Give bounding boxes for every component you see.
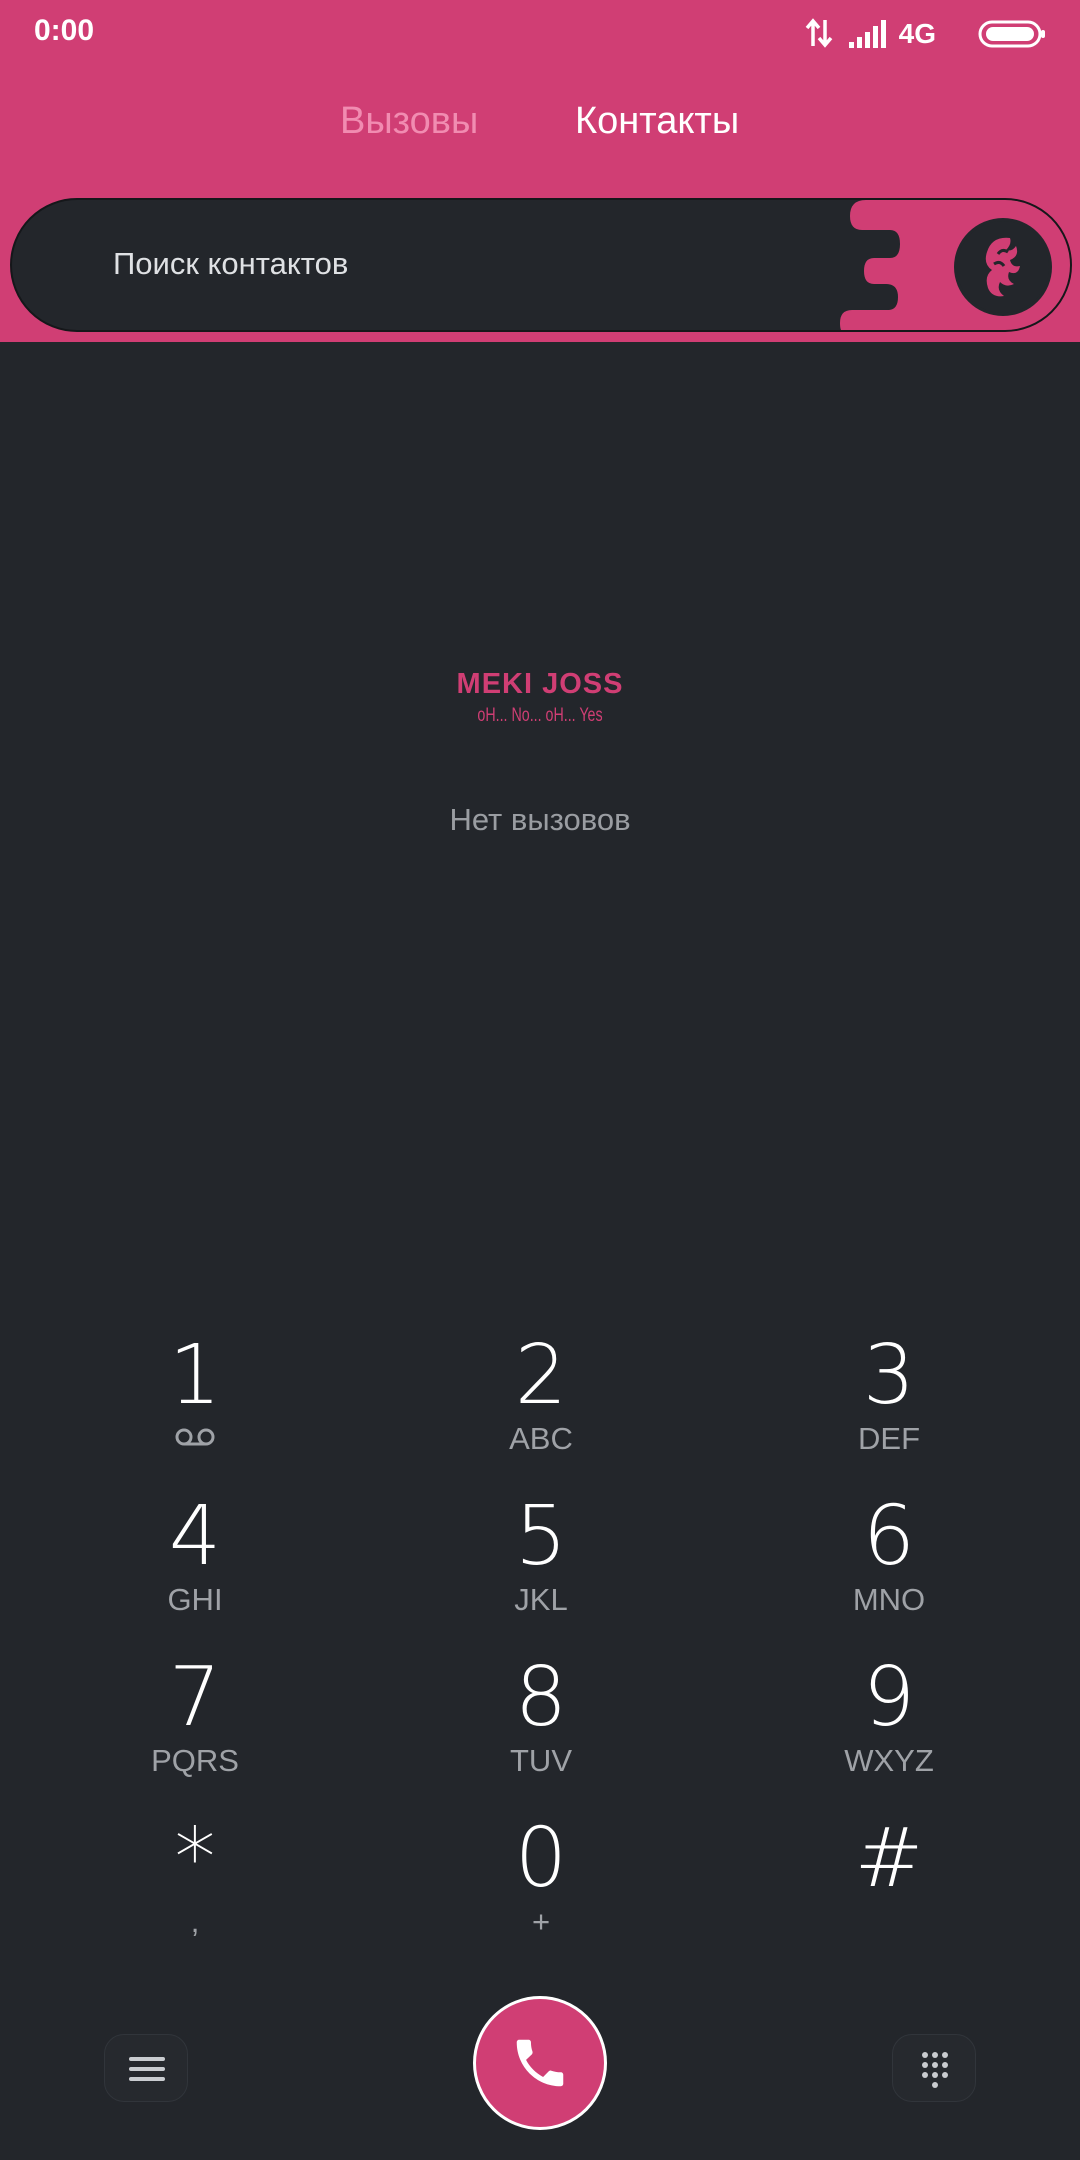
key-digit: 9 xyxy=(862,1650,916,1745)
key-letters: TUV xyxy=(510,1743,572,1778)
key-letters: + xyxy=(531,1904,551,1939)
key-letters: PQRS xyxy=(151,1743,239,1778)
dialpad-icon xyxy=(922,2052,948,2088)
key-digit: 0 xyxy=(514,1811,568,1906)
key-digit: # xyxy=(854,1811,924,1906)
phone-icon xyxy=(516,2039,564,2087)
dialpad-key-0[interactable]: 0 + xyxy=(441,1813,641,1963)
dialpad-key-hash[interactable]: # xyxy=(789,1813,989,1963)
key-letters: ABC xyxy=(509,1421,573,1456)
key-letters: MNO xyxy=(852,1582,926,1617)
battery-icon xyxy=(978,20,1045,48)
brand-logo: MEKI JOSS oH... No... oH... Yes xyxy=(0,668,1080,727)
dialer-screen: 0:00 4G Вызовы Контакты Поиск контактов … xyxy=(0,0,1080,2160)
key-digit: 1 xyxy=(168,1328,222,1423)
dialpad-key-8[interactable]: 8 TUV xyxy=(441,1652,641,1802)
key-letters: WXYZ xyxy=(844,1743,934,1778)
key-letters: GHI xyxy=(167,1582,223,1617)
menu-icon xyxy=(129,2057,165,2081)
brand-subtitle: oH... No... oH... Yes xyxy=(477,705,603,726)
empty-state-text: Нет вызовов xyxy=(449,802,631,837)
dialpad-key-5[interactable]: 5 JKL xyxy=(441,1491,641,1641)
avatar-icon xyxy=(957,221,1049,313)
dialpad-key-4[interactable]: 4 GHI xyxy=(95,1491,295,1641)
key-letters: JKL xyxy=(514,1582,568,1617)
dialpad-key-3[interactable]: 3 DEF xyxy=(789,1330,989,1480)
dialpad-key-7[interactable]: 7 PQRS xyxy=(95,1652,295,1802)
tab-bar: Вызовы Контакты xyxy=(0,100,1080,160)
brand-title: MEKI JOSS xyxy=(456,668,624,700)
call-button[interactable] xyxy=(473,1996,607,2130)
bottom-bar xyxy=(0,1996,1080,2136)
search-input[interactable]: Поиск контактов xyxy=(113,246,348,282)
key-digit: 4 xyxy=(168,1489,222,1584)
key-digit: 2 xyxy=(514,1328,568,1423)
dialpad: 1 2 ABC 3 DEF 4 GHI 5 JKL 6 MNO 7 PQRS 8… xyxy=(0,1330,1080,1970)
status-time: 0:00 xyxy=(34,14,95,47)
key-digit: 3 xyxy=(862,1328,916,1423)
signal-icon xyxy=(849,20,886,48)
dialpad-key-2[interactable]: 2 ABC xyxy=(441,1330,641,1480)
dialpad-key-6[interactable]: 6 MNO xyxy=(789,1491,989,1641)
key-digit: 8 xyxy=(514,1650,568,1745)
search-bar[interactable]: Поиск контактов xyxy=(10,198,1072,332)
dialpad-key-1[interactable]: 1 xyxy=(95,1330,295,1480)
dialpad-key-star[interactable]: * , xyxy=(95,1813,295,1963)
key-digit: * xyxy=(174,1811,216,1906)
header: 0:00 4G Вызовы Контакты Поиск контактов xyxy=(0,0,1080,342)
tab-contacts[interactable]: Контакты xyxy=(575,100,739,143)
key-letters: DEF xyxy=(858,1421,920,1456)
dialpad-toggle-button[interactable] xyxy=(892,2034,976,2102)
key-digit: 7 xyxy=(168,1650,222,1745)
data-arrows-icon xyxy=(805,18,833,48)
avatar[interactable] xyxy=(954,218,1052,316)
dialpad-key-9[interactable]: 9 WXYZ xyxy=(789,1652,989,1802)
network-type: 4G xyxy=(898,18,936,49)
status-bar: 0:00 4G xyxy=(0,0,1080,66)
menu-button[interactable] xyxy=(104,2034,188,2102)
key-digit: 5 xyxy=(514,1489,568,1584)
key-digit: 6 xyxy=(862,1489,916,1584)
key-letters: , xyxy=(190,1904,200,1939)
tab-calls[interactable]: Вызовы xyxy=(340,100,478,143)
voicemail-icon xyxy=(175,1428,215,1446)
